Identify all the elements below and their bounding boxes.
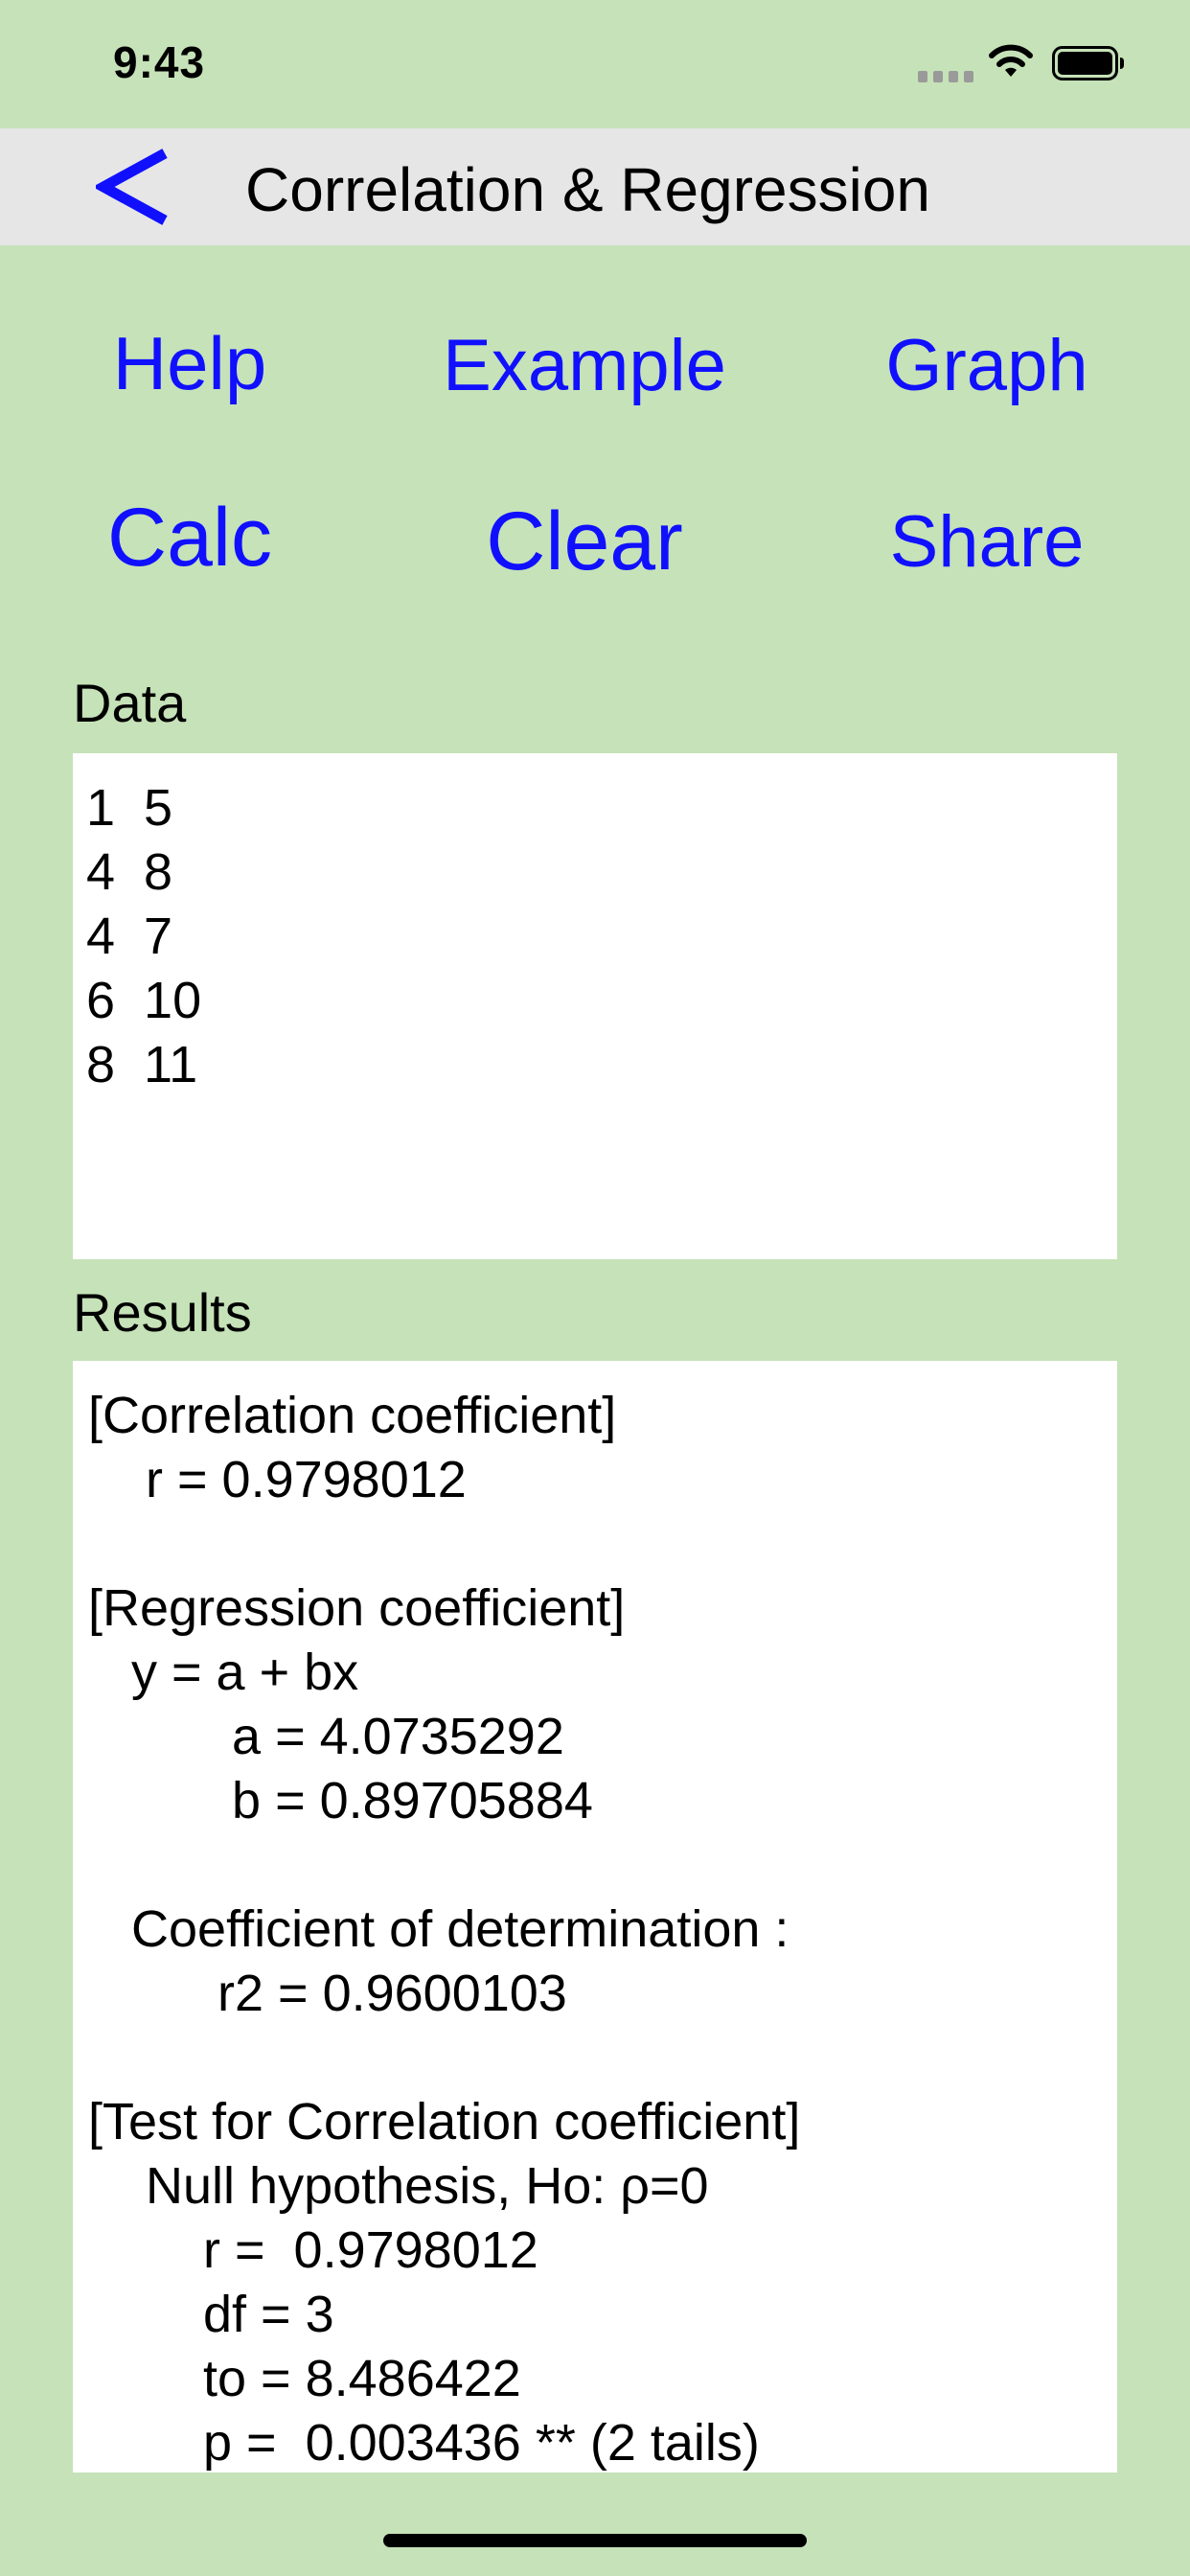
data-label: Data <box>73 673 187 733</box>
battery-icon <box>1052 46 1124 80</box>
home-indicator <box>383 2534 807 2547</box>
graph-button[interactable]: Graph <box>881 330 1092 402</box>
wifi-icon <box>989 44 1033 77</box>
share-button[interactable]: Share <box>881 506 1092 579</box>
cellular-signal-icon <box>918 71 973 82</box>
calc-button[interactable]: Calc <box>96 496 284 579</box>
page-title: Correlation & Regression <box>245 155 930 224</box>
status-time: 9:43 <box>113 37 206 87</box>
navigation-bar: Correlation & Regression <box>0 128 1190 245</box>
help-button[interactable]: Help <box>96 326 284 401</box>
back-button[interactable] <box>96 146 172 228</box>
status-bar: 9:43 <box>0 0 1190 128</box>
clear-button[interactable]: Clear <box>479 500 690 583</box>
data-input[interactable]: 1 5 4 8 4 7 6 10 8 11 <box>73 753 1117 1259</box>
results-label: Results <box>73 1282 252 1343</box>
results-output[interactable]: [Correlation coefficient] r = 0.9798012 … <box>73 1361 1117 2472</box>
example-button[interactable]: Example <box>441 330 728 402</box>
